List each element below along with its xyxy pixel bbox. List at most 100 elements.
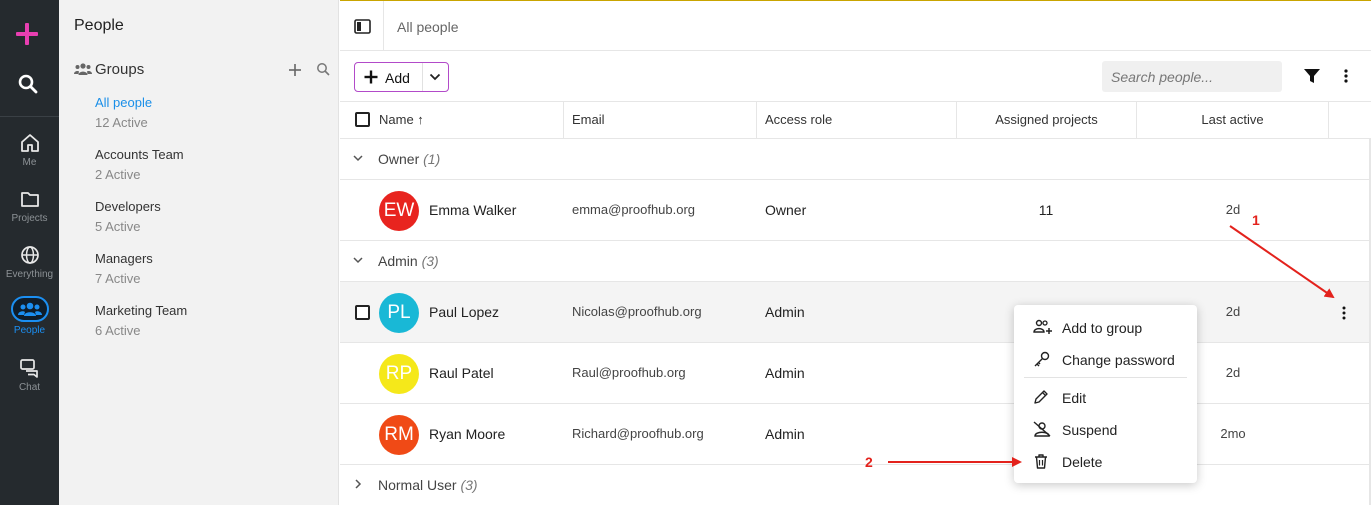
- column-last-active[interactable]: Last active: [1137, 102, 1329, 138]
- search-people-input[interactable]: [1102, 61, 1282, 92]
- chat-icon: [19, 359, 38, 378]
- section-row-admin[interactable]: Admin (3): [340, 241, 1371, 282]
- group-item-managers[interactable]: Managers 7 Active: [95, 251, 315, 286]
- menu-divider: [1024, 377, 1187, 378]
- filter-icon[interactable]: [1303, 68, 1321, 84]
- menu-item-change-password[interactable]: Change password: [1014, 344, 1197, 374]
- add-group-plus-icon[interactable]: [288, 63, 302, 77]
- rail-label-me: Me: [22, 157, 37, 168]
- column-email[interactable]: Email: [564, 102, 757, 138]
- menu-item-label: Add to group: [1062, 320, 1143, 336]
- annotation-label-1: 1: [1252, 212, 1260, 228]
- suspend-user-icon: [1033, 421, 1051, 437]
- menu-item-delete[interactable]: Delete: [1014, 446, 1197, 476]
- rail-item-me[interactable]: Me: [0, 132, 59, 184]
- person-email: emma@proofhub.org: [572, 202, 696, 217]
- panel-title: People: [74, 17, 124, 34]
- people-icon: [17, 302, 42, 316]
- main-content: All people Add Name ↑ Email Access role …: [340, 0, 1371, 505]
- menu-item-label: Suspend: [1062, 422, 1118, 438]
- person-name[interactable]: Ryan Moore: [429, 426, 505, 442]
- menu-item-label: Delete: [1062, 454, 1103, 470]
- trash-icon: [1035, 454, 1047, 469]
- group-item-accounts-team[interactable]: Accounts Team 2 Active: [95, 147, 315, 182]
- section-count: (3): [460, 477, 478, 493]
- person-email: Richard@proofhub.org: [572, 426, 704, 441]
- person-name[interactable]: Emma Walker: [429, 202, 516, 218]
- column-access-role[interactable]: Access role: [757, 102, 957, 138]
- avatar: PL: [379, 293, 419, 333]
- group-item-all-people[interactable]: All people 12 Active: [95, 95, 315, 130]
- menu-item-label: Change password: [1062, 352, 1175, 368]
- section-label: Admin (3): [378, 253, 439, 269]
- search-icon[interactable]: [17, 73, 39, 95]
- pencil-icon: [1034, 390, 1048, 404]
- add-button[interactable]: Add: [354, 62, 449, 92]
- search-groups-icon[interactable]: [316, 62, 330, 76]
- table-row[interactable]: PL Paul Lopez Nicolas@proofhub.org Admin…: [340, 282, 1371, 343]
- group-item-marketing-team[interactable]: Marketing Team 6 Active: [95, 303, 315, 338]
- section-count: (1): [423, 151, 441, 167]
- chevron-down-icon: [353, 257, 363, 264]
- chevron-down-icon[interactable]: [429, 72, 441, 82]
- menu-item-edit[interactable]: Edit: [1014, 382, 1197, 412]
- person-name[interactable]: Raul Patel: [429, 365, 494, 381]
- add-button-divider: [422, 63, 423, 91]
- person-email: Nicolas@proofhub.org: [572, 304, 702, 319]
- group-count: 6 Active: [95, 323, 141, 338]
- group-count: 12 Active: [95, 115, 148, 130]
- section-label: Normal User (3): [378, 477, 478, 493]
- table-row[interactable]: EW Emma Walker emma@proofhub.org Owner 1…: [340, 180, 1371, 241]
- groups-header: Groups: [74, 60, 330, 80]
- groups-label: Groups: [95, 61, 145, 78]
- person-name[interactable]: Paul Lopez: [429, 304, 499, 320]
- chevron-right-icon: [355, 479, 362, 489]
- group-name: Accounts Team: [95, 147, 184, 162]
- menu-item-suspend[interactable]: Suspend: [1014, 414, 1197, 444]
- rail-item-people[interactable]: People: [0, 296, 59, 348]
- rail-item-projects[interactable]: Projects: [0, 188, 59, 240]
- person-projects: 11: [1038, 202, 1054, 218]
- section-name: Normal User: [378, 477, 457, 493]
- section-name: Owner: [378, 151, 420, 167]
- menu-item-add-to-group[interactable]: Add to group: [1014, 312, 1197, 342]
- key-icon: [1034, 351, 1050, 367]
- section-name: Admin: [378, 253, 418, 269]
- person-last-active: 2d: [1225, 202, 1241, 217]
- table-row[interactable]: RM Ryan Moore Richard@proofhub.org Admin…: [340, 404, 1371, 465]
- column-assigned-projects[interactable]: Assigned projects: [957, 102, 1137, 138]
- breadcrumb: All people: [397, 19, 459, 35]
- rail-people-highlight: [10, 296, 49, 322]
- rail-label-chat: Chat: [18, 382, 41, 393]
- globe-icon: [20, 246, 39, 264]
- rail-item-everything[interactable]: Everything: [0, 244, 59, 296]
- people-panel: People Groups All people 12 Active Accou…: [59, 0, 339, 505]
- section-count: (3): [421, 253, 439, 269]
- rail-item-chat[interactable]: Chat: [0, 357, 59, 409]
- avatar: RM: [379, 415, 419, 455]
- group-name: Marketing Team: [95, 303, 188, 318]
- person-email: Raul@proofhub.org: [572, 365, 686, 380]
- person-role: Admin: [765, 304, 805, 320]
- group-name: Developers: [95, 199, 161, 214]
- column-name[interactable]: Name ↑: [379, 102, 564, 138]
- avatar: EW: [379, 191, 419, 231]
- home-icon: [20, 134, 39, 152]
- annotation-label-2: 2: [865, 454, 873, 470]
- group-item-developers[interactable]: Developers 5 Active: [95, 199, 315, 234]
- sidebar-toggle-icon[interactable]: [354, 19, 371, 34]
- section-row-normal-user[interactable]: Normal User (3): [340, 465, 1371, 505]
- create-plus-icon[interactable]: [14, 21, 40, 47]
- table-row[interactable]: RP Raul Patel Raul@proofhub.org Admin 2d: [340, 343, 1371, 404]
- top-bar: All people: [340, 1, 1371, 51]
- person-role: Admin: [765, 426, 805, 442]
- select-all-checkbox[interactable]: [355, 112, 370, 127]
- section-row-owner[interactable]: Owner (1): [340, 139, 1371, 180]
- person-role: Admin: [765, 365, 805, 381]
- more-options-icon[interactable]: [1340, 68, 1352, 84]
- row-checkbox[interactable]: [355, 305, 370, 320]
- plus-icon: [364, 70, 378, 84]
- rail-label-projects: Projects: [11, 213, 48, 224]
- avatar: RP: [379, 354, 419, 394]
- row-more-options-icon[interactable]: [1338, 305, 1350, 321]
